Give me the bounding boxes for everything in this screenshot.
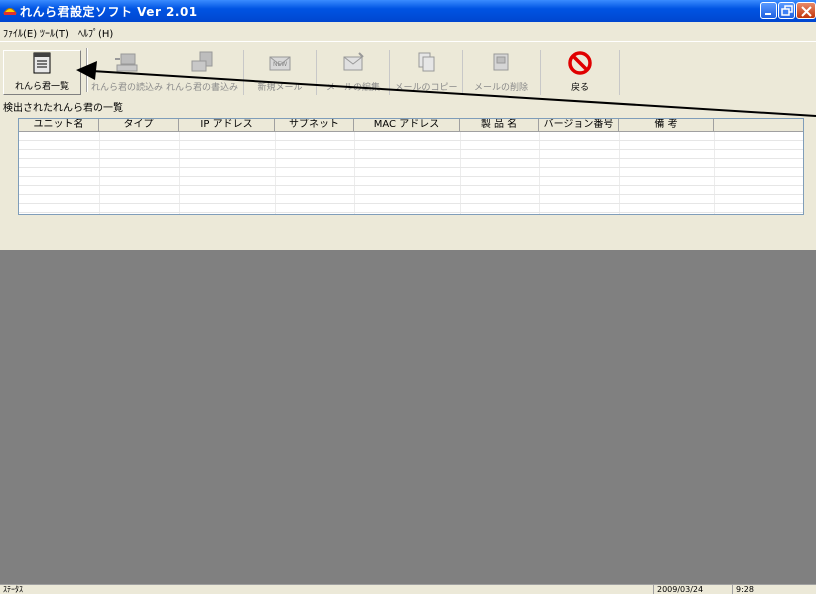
list-button[interactable]: れんら君一覧 — [3, 50, 81, 95]
computer-write-icon — [191, 51, 213, 72]
status-bar: ｽﾃｰﾀｽ 2009/03/24 9:28 — [0, 584, 816, 594]
table-row[interactable] — [19, 159, 803, 168]
minimize-button[interactable] — [760, 2, 777, 19]
table-row[interactable] — [19, 168, 803, 177]
app-window: れんら君設定ソフト Ver 2.01 ﾌｧｲﾙ(E) ﾂｰﾙ(T) ﾍﾙﾌﾟ(H… — [0, 0, 816, 594]
back-button[interactable]: 戻る — [540, 50, 620, 95]
no-entry-icon — [568, 51, 592, 75]
grid-header: ユニット名 タイプ IP アドレス サブネット MAC アドレス 製 品 名 バ… — [19, 119, 803, 132]
copy-mail-button-label: メールのコピー — [394, 83, 458, 93]
column-header-unit-name[interactable]: ユニット名 — [19, 119, 99, 131]
column-header-subnet[interactable]: サブネット — [275, 119, 354, 131]
toolbar: れんら君一覧 れんら君の読込み れんら君の書込み NEW 新規メール メールの編… — [0, 41, 816, 97]
table-row[interactable] — [19, 186, 803, 195]
status-text: ｽﾃｰﾀｽ — [3, 585, 23, 594]
delete-mail-icon — [493, 53, 509, 71]
minimize-icon — [765, 13, 771, 15]
table-row[interactable] — [19, 141, 803, 150]
table-row[interactable] — [19, 177, 803, 186]
unit-list-grid[interactable]: ユニット名 タイプ IP アドレス サブネット MAC アドレス 製 品 名 バ… — [18, 118, 804, 215]
maximize-button[interactable] — [778, 2, 795, 19]
window-title: れんら君設定ソフト Ver 2.01 — [20, 5, 198, 19]
column-header-product-name[interactable]: 製 品 名 — [460, 119, 539, 131]
delete-mail-button-label: メールの削除 — [473, 83, 528, 93]
table-row[interactable] — [19, 204, 803, 213]
restore-icon — [781, 5, 793, 16]
read-button[interactable]: れんら君の読込み — [88, 50, 166, 95]
delete-mail-button[interactable]: メールの削除 — [462, 50, 539, 95]
column-header-remarks[interactable]: 備 考 — [619, 119, 714, 131]
new-mail-icon: NEW — [269, 56, 291, 71]
column-header-type[interactable]: タイプ — [99, 119, 179, 131]
copy-mail-icon — [418, 52, 435, 72]
new-mail-button-label: 新規メール — [257, 83, 303, 93]
table-row[interactable] — [19, 150, 803, 159]
write-button[interactable]: れんら君の書込み — [166, 50, 238, 95]
workspace-panel — [0, 250, 816, 584]
column-header-version[interactable]: バージョン番号 — [539, 119, 619, 131]
table-row[interactable] — [19, 195, 803, 204]
copy-mail-button[interactable]: メールのコピー — [389, 50, 462, 95]
edit-mail-button-label: メールの編集 — [325, 83, 380, 93]
write-button-label: れんら君の書込み — [166, 83, 239, 93]
edit-mail-icon — [343, 52, 364, 71]
app-icon — [3, 8, 17, 15]
column-header-ip-address[interactable]: IP アドレス — [179, 119, 275, 131]
status-date: 2009/03/24 — [653, 585, 731, 594]
table-row[interactable] — [19, 132, 803, 141]
read-button-label: れんら君の読込み — [90, 83, 163, 93]
computer-read-icon — [115, 53, 138, 72]
column-header-mac-address[interactable]: MAC アドレス — [354, 119, 460, 131]
title-bar: れんら君設定ソフト Ver 2.01 — [0, 0, 816, 22]
menu-help[interactable]: ﾍﾙﾌﾟ(H) — [78, 25, 113, 40]
new-mail-button[interactable]: NEW 新規メール — [243, 50, 316, 95]
status-time: 9:28 — [732, 585, 816, 594]
back-button-label: 戻る — [570, 83, 589, 93]
list-button-label: れんら君一覧 — [14, 82, 69, 92]
list-caption: 検出されたれんら君の一覧 — [3, 103, 123, 114]
menu-bar: ﾌｧｲﾙ(E) ﾂｰﾙ(T) ﾍﾙﾌﾟ(H) — [0, 22, 816, 40]
svg-text:NEW: NEW — [273, 61, 287, 68]
close-button[interactable] — [796, 2, 816, 19]
close-icon — [801, 6, 812, 17]
edit-mail-button[interactable]: メールの編集 — [316, 50, 389, 95]
list-icon — [33, 52, 51, 74]
menu-file[interactable]: ﾌｧｲﾙ(E) — [3, 25, 37, 40]
menu-tool[interactable]: ﾂｰﾙ(T) — [40, 25, 69, 40]
